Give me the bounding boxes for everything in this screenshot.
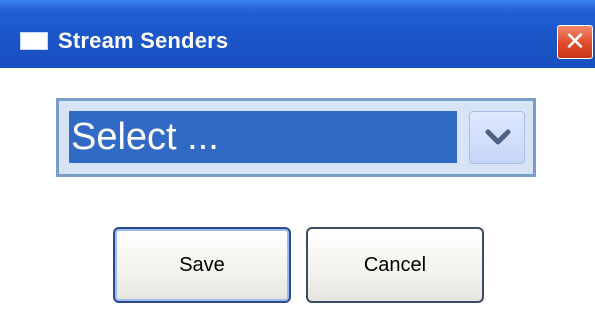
title-bar[interactable]: Stream Senders ✕ [0, 0, 595, 68]
window-title: Stream Senders [58, 28, 229, 53]
close-button[interactable]: ✕ [557, 25, 593, 59]
select-value[interactable]: Select ... [69, 111, 457, 163]
dropdown-button[interactable] [469, 111, 525, 164]
close-icon: ✕ [564, 27, 586, 57]
chevron-down-icon [485, 129, 511, 145]
dialog-window: Stream Senders ✕ Select ... Save Cancel [0, 0, 595, 317]
cancel-button[interactable]: Cancel [306, 227, 484, 303]
title-bar-strip [0, 0, 595, 8]
save-button[interactable]: Save [113, 227, 291, 303]
window-icon [20, 32, 48, 50]
stream-sender-select[interactable]: Select ... [56, 98, 536, 177]
